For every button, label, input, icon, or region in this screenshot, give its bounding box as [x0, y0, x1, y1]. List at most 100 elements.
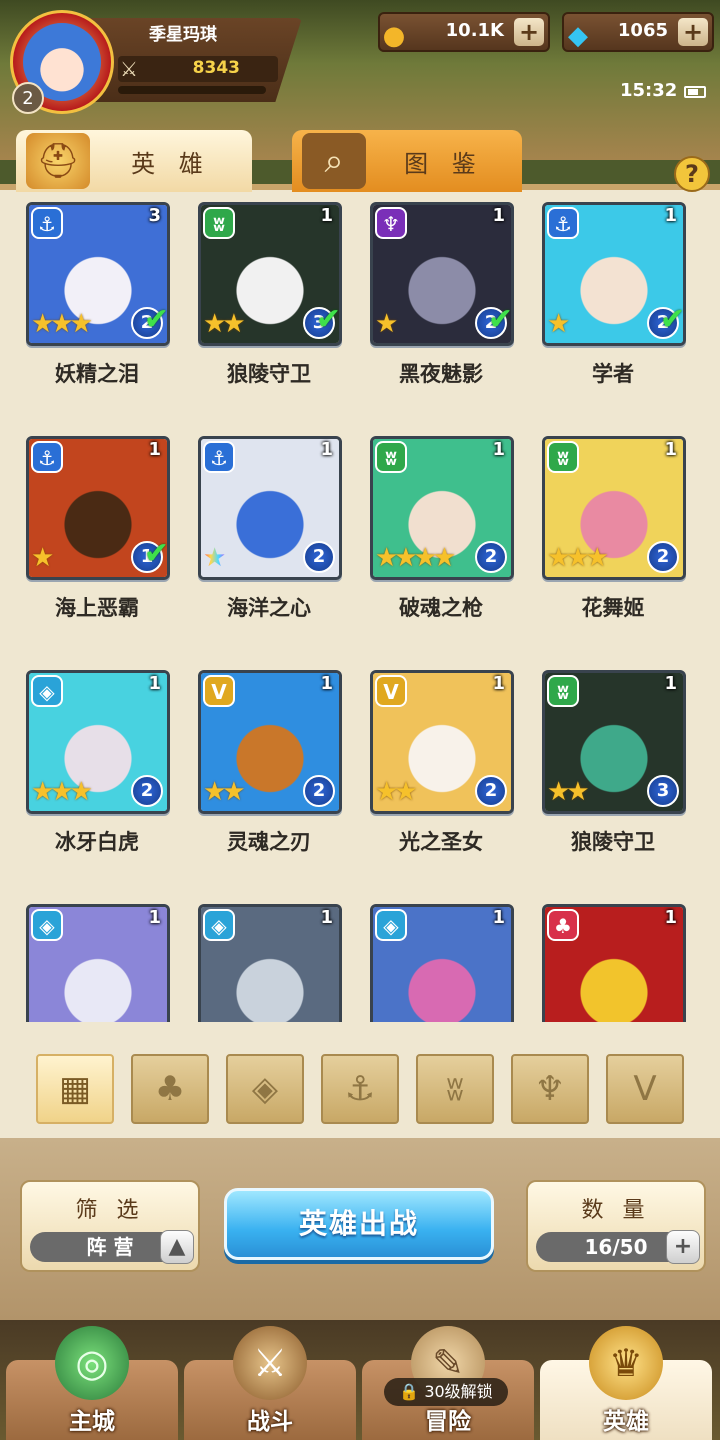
hero-rank-badge: 2	[475, 541, 507, 573]
hero-card[interactable]: ◈ 1	[366, 902, 516, 1022]
filter-all-button[interactable]: ▦	[36, 1054, 114, 1124]
gold-amount: 10.1K	[445, 20, 504, 41]
hero-card[interactable]: ⚓ 1 ★ 1 ✔ 海上恶霸	[22, 434, 172, 654]
star-rating: ★★★★	[375, 543, 456, 573]
lock-icon: 🔒	[399, 1382, 420, 1401]
hero-card[interactable]: ⚓ 1 ★ 2 ✔ 学者	[538, 200, 688, 420]
add-gold-button[interactable]: +	[514, 18, 544, 46]
adventure-lock-pill: 🔒 30级解锁	[384, 1378, 508, 1406]
hero-name: 冰牙白虎	[55, 830, 139, 854]
hero-count: 1	[492, 205, 505, 226]
beast-faction-icon: ʬ	[203, 207, 235, 239]
hero-portrait-frame: ⚓ 1 ★ 2	[198, 436, 342, 580]
nav-battle[interactable]: ⚔ 战斗	[184, 1326, 356, 1440]
hero-name: 海洋之心	[227, 596, 311, 620]
hero-card[interactable]: ʬ 1 ★★★ 2 花舞姬	[538, 434, 688, 654]
gem-amount: 1065	[617, 20, 668, 41]
clock: 15:32	[620, 80, 678, 101]
tab-codex[interactable]: ⌕ 图 鉴	[292, 130, 522, 192]
hero-card[interactable]: ʬ 1 ★★ 3 ✔ 狼陵守卫	[194, 200, 344, 420]
nav-heroes-label: 英雄	[603, 1409, 649, 1435]
diamond-icon: ◆	[568, 21, 588, 51]
star-rating: ★★	[203, 309, 246, 339]
hero-count: 1	[148, 907, 161, 928]
nav-city-label: 主城	[69, 1409, 115, 1435]
hero-count: 1	[320, 205, 333, 226]
hero-portrait-frame: ◈ 1	[26, 904, 170, 1022]
hero-card[interactable]: ⚓ 3 ★★★ 2 ✔ 妖精之泪	[22, 200, 172, 420]
hero-card[interactable]: ◈ 1	[22, 902, 172, 1022]
all-filter-icon: ▦	[58, 1069, 92, 1109]
star-rating: ★★★	[31, 309, 93, 339]
help-button[interactable]: ?	[674, 156, 710, 192]
player-name: 季星玛琪	[149, 25, 217, 45]
hero-rank-badge: 3	[647, 775, 679, 807]
hero-card[interactable]: V 1 ★★ 2 灵魂之刃	[194, 668, 344, 888]
gold-coin-icon: ●	[382, 21, 406, 51]
hero-card[interactable]: ʬ 1 ★★★★ 2 破魂之枪	[366, 434, 516, 654]
hero-name: 灵魂之刃	[227, 830, 311, 854]
filter-value: 阵 营	[86, 1235, 134, 1259]
crossed-swords-icon: ⚔	[233, 1326, 307, 1400]
hero-name: 黑夜魅影	[399, 362, 483, 386]
hero-name: 海上恶霸	[55, 596, 139, 620]
hero-rank-badge: 2	[475, 775, 507, 807]
expand-capacity-button[interactable]: +	[666, 1230, 700, 1264]
star-rating: ★★★	[31, 777, 93, 807]
hero-count: 1	[664, 439, 677, 460]
filter-shadow-button[interactable]: ♆	[511, 1054, 589, 1124]
gold-display: ● 10.1K +	[378, 12, 550, 52]
lock-text: 30级解锁	[424, 1382, 493, 1401]
hero-rank-badge: 2	[303, 775, 335, 807]
nav-heroes[interactable]: ♛ 英雄	[540, 1326, 712, 1440]
hero-count: 1	[664, 205, 677, 226]
hero-count: 1	[664, 907, 677, 928]
hero-portrait-frame: ʬ 1 ★★ 3	[542, 670, 686, 814]
hero-portrait-frame: ⚓ 1 ★ 2 ✔	[542, 202, 686, 346]
hero-count: 1	[664, 673, 677, 694]
deploy-heroes-button[interactable]: 英雄出战	[224, 1188, 494, 1260]
hero-portrait-frame: ◈ 1 ★★★ 2	[26, 670, 170, 814]
hero-rank-badge: 2	[647, 541, 679, 573]
hero-card[interactable]: V 1 ★★ 2 光之圣女	[366, 668, 516, 888]
hero-card[interactable]: ◈ 1	[194, 902, 344, 1022]
hero-card[interactable]: ♆ 1 ★ 2 ✔ 黑夜魅影	[366, 200, 516, 420]
filter-beast-button[interactable]: ʬ	[416, 1054, 494, 1124]
quantity-box: 数 量 16/50 +	[526, 1180, 706, 1272]
hero-name: 破魂之枪	[399, 596, 483, 620]
filter-toggle-button[interactable]: ▲	[160, 1230, 194, 1264]
hero-card[interactable]: ◈ 1 ★★★ 2 冰牙白虎	[22, 668, 172, 888]
exp-bar	[118, 86, 266, 94]
tab-heroes-label: 英 雄	[131, 149, 211, 178]
hero-portrait-frame: V 1 ★★ 2	[370, 670, 514, 814]
hero-card[interactable]: ⚓ 1 ★ 2 海洋之心	[194, 434, 344, 654]
nav-city[interactable]: ◎ 主城	[6, 1326, 178, 1440]
hero-portrait-frame: ◈ 1	[370, 904, 514, 1022]
anchor-faction-icon: ⚓	[31, 207, 63, 239]
hero-portrait-frame: ⚓ 1 ★ 1 ✔	[26, 436, 170, 580]
tab-heroes[interactable]: ⛑ 英 雄	[16, 130, 252, 192]
hero-name: 光之圣女	[399, 830, 483, 854]
filter-holy-button[interactable]: V	[606, 1054, 684, 1124]
helmet-icon: ⛑	[26, 133, 90, 189]
anchor-filter-icon: ⚓	[344, 1069, 376, 1109]
hero-name: 狼陵守卫	[571, 830, 655, 854]
hero-count: 1	[320, 439, 333, 460]
crystal-faction-icon: ◈	[375, 909, 407, 941]
hero-card[interactable]: ʬ 1 ★★ 3 狼陵守卫	[538, 668, 688, 888]
hero-card[interactable]: ♣ 1	[538, 902, 688, 1022]
star-rating: ★	[547, 309, 570, 339]
filter-anchor-button[interactable]: ⚓	[321, 1054, 399, 1124]
beast-filter-icon: ʬ	[446, 1069, 464, 1109]
beast-faction-icon: ʬ	[547, 441, 579, 473]
rainbow-star-icon: ★	[203, 543, 227, 573]
quantity-title: 数 量	[581, 1198, 651, 1223]
star-rating: ★★	[547, 777, 590, 807]
hero-name: 妖精之泪	[55, 362, 139, 386]
player-level-badge: 2	[12, 82, 44, 114]
crystal-filter-icon: ◈	[251, 1069, 279, 1109]
add-gems-button[interactable]: +	[678, 18, 708, 46]
filter-crystal-button[interactable]: ◈	[226, 1054, 304, 1124]
crossed-swords-icon: ⚔	[120, 57, 138, 81]
filter-blood-button[interactable]: ♣	[131, 1054, 209, 1124]
